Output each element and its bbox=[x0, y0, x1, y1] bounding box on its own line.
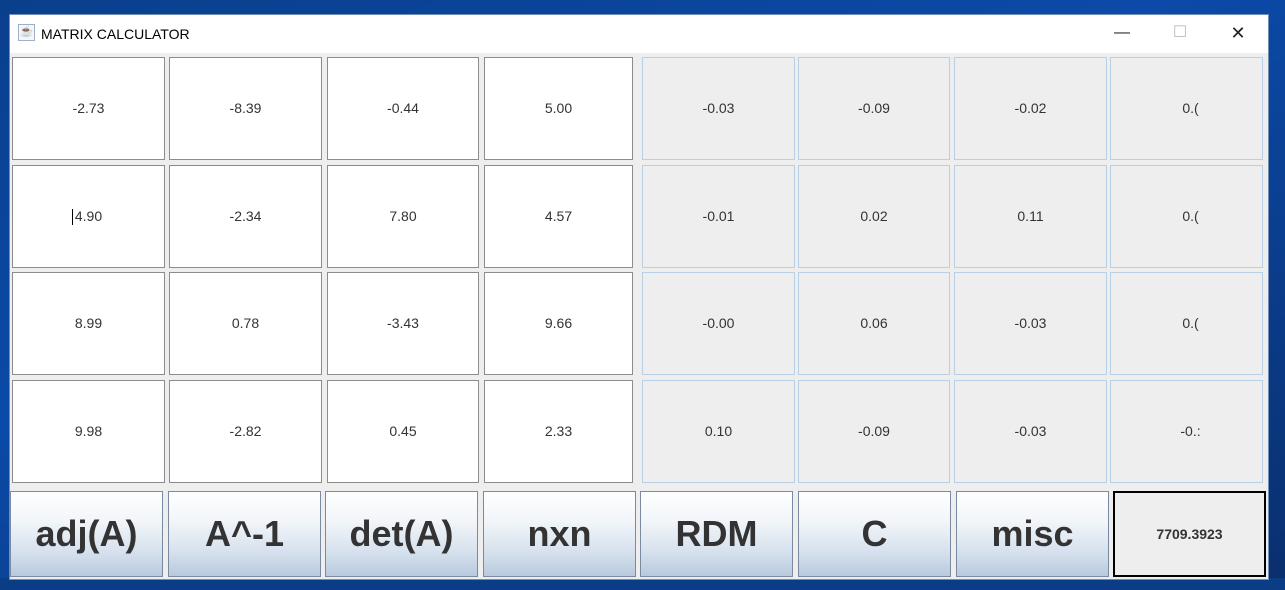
input-cell-r4c2[interactable]: -2.82 bbox=[169, 380, 322, 483]
result-cell-r2c4: 0.( bbox=[1110, 165, 1263, 268]
title-bar: ☕ MATRIX CALCULATOR — ☐ ✕ bbox=[10, 15, 1268, 53]
input-cell-r1c4[interactable]: 5.00 bbox=[484, 57, 633, 160]
input-cell-r3c4[interactable]: 9.66 bbox=[484, 272, 633, 375]
close-button[interactable]: ✕ bbox=[1209, 15, 1267, 53]
minimize-icon: — bbox=[1114, 24, 1130, 41]
input-cell-r2c1[interactable]: 4.90 bbox=[12, 165, 165, 268]
maximize-icon: ☐ bbox=[1172, 24, 1188, 41]
java-cup-icon: ☕ bbox=[18, 24, 35, 41]
nxn-button[interactable]: nxn bbox=[483, 491, 636, 577]
result-cell-r3c4: 0.( bbox=[1110, 272, 1263, 375]
inverse-button[interactable]: A^-1 bbox=[168, 491, 321, 577]
random-button[interactable]: RDM bbox=[640, 491, 793, 577]
result-cell-r1c2: -0.09 bbox=[798, 57, 950, 160]
result-cell-r1c1: -0.03 bbox=[642, 57, 795, 160]
result-cell-r4c1: 0.10 bbox=[642, 380, 795, 483]
misc-button[interactable]: misc bbox=[956, 491, 1109, 577]
input-cell-r4c1[interactable]: 9.98 bbox=[12, 380, 165, 483]
clear-button[interactable]: C bbox=[798, 491, 951, 577]
result-display: 7709.3923 bbox=[1113, 491, 1266, 577]
result-cell-r3c1: -0.00 bbox=[642, 272, 795, 375]
input-cell-r2c3[interactable]: 7.80 bbox=[327, 165, 479, 268]
result-cell-r2c3: 0.11 bbox=[954, 165, 1107, 268]
maximize-button[interactable]: ☐ bbox=[1151, 15, 1209, 53]
input-cell-r1c1[interactable]: -2.73 bbox=[12, 57, 165, 160]
adjugate-button[interactable]: adj(A) bbox=[10, 491, 163, 577]
input-cell-r3c3[interactable]: -3.43 bbox=[327, 272, 479, 375]
matrix-calculator-window: ☕ MATRIX CALCULATOR — ☐ ✕ -2.73 -8.39 -0.4… bbox=[9, 14, 1269, 580]
result-cell-r1c3: -0.02 bbox=[954, 57, 1107, 160]
input-cell-r1c3[interactable]: -0.44 bbox=[327, 57, 479, 160]
minimize-button[interactable]: — bbox=[1093, 15, 1151, 53]
window-title: MATRIX CALCULATOR bbox=[41, 26, 190, 42]
input-cell-r4c4[interactable]: 2.33 bbox=[484, 380, 633, 483]
result-cell-r2c1: -0.01 bbox=[642, 165, 795, 268]
determinant-button[interactable]: det(A) bbox=[325, 491, 478, 577]
text-caret bbox=[72, 209, 73, 225]
result-cell-r2c2: 0.02 bbox=[798, 165, 950, 268]
result-cell-r4c2: -0.09 bbox=[798, 380, 950, 483]
result-cell-r1c4: 0.( bbox=[1110, 57, 1263, 160]
result-cell-r3c3: -0.03 bbox=[954, 272, 1107, 375]
input-cell-r3c2[interactable]: 0.78 bbox=[169, 272, 322, 375]
input-cell-r2c4[interactable]: 4.57 bbox=[484, 165, 633, 268]
input-cell-r4c3[interactable]: 0.45 bbox=[327, 380, 479, 483]
close-icon: ✕ bbox=[1230, 23, 1246, 43]
input-cell-r1c2[interactable]: -8.39 bbox=[169, 57, 322, 160]
input-cell-r3c1[interactable]: 8.99 bbox=[12, 272, 165, 375]
result-cell-r4c3: -0.03 bbox=[954, 380, 1107, 483]
result-cell-r4c4: -0.: bbox=[1110, 380, 1263, 483]
input-cell-r2c2[interactable]: -2.34 bbox=[169, 165, 322, 268]
result-cell-r3c2: 0.06 bbox=[798, 272, 950, 375]
